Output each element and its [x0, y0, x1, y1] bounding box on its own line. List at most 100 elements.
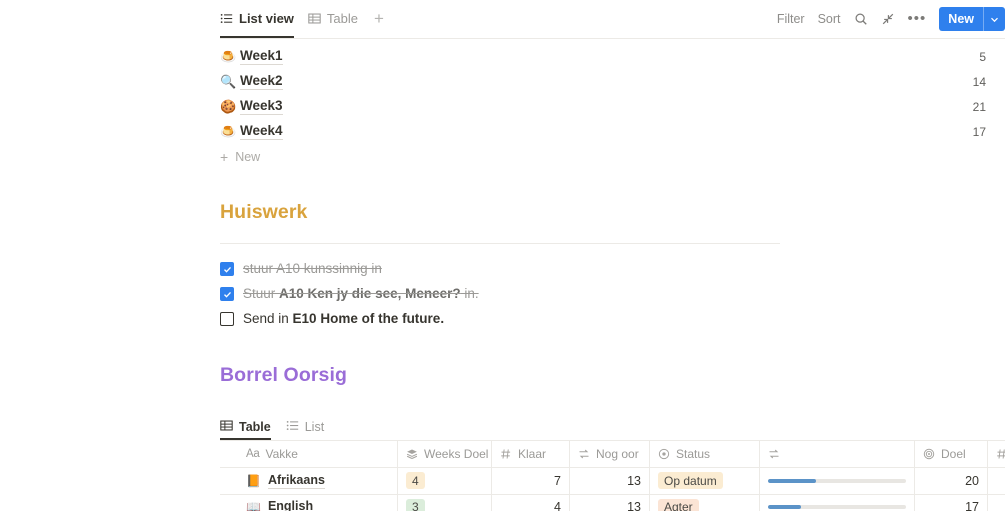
- chevron-down-icon[interactable]: [984, 7, 1005, 31]
- cell-progress[interactable]: [760, 495, 915, 511]
- todo-label[interactable]: Stuur A10 Ken jy die see, Meneer? in.: [243, 284, 479, 304]
- todo-text-part: in.: [461, 286, 479, 301]
- klaar-value: 4: [554, 500, 561, 511]
- borrel-view-tabs: Table List: [220, 413, 1005, 440]
- tab-list[interactable]: List: [286, 413, 324, 440]
- list-item[interactable]: 🍮 Week1 5: [220, 44, 1005, 69]
- status-badge: Op datum: [658, 472, 723, 489]
- progress-bar: [768, 505, 906, 509]
- view-tab-list-view[interactable]: List view: [220, 0, 294, 38]
- status-badge: Agter: [658, 499, 699, 511]
- page-content: List view Table + Filter Sort: [220, 0, 1005, 511]
- list-item[interactable]: 🔍 Week2 14: [220, 69, 1005, 94]
- klaar-value: 7: [554, 474, 561, 488]
- nog-oor-value: 13: [627, 474, 641, 488]
- page-root: List view Table + Filter Sort: [0, 0, 1005, 511]
- column-header-progress[interactable]: [760, 441, 915, 467]
- todo-checkbox[interactable]: [220, 312, 234, 326]
- column-header-weeks-doel[interactable]: Weeks Doel: [398, 441, 492, 467]
- collapse-arrows-icon[interactable]: [881, 12, 895, 26]
- view-tab-list: List view Table +: [220, 0, 386, 38]
- table-icon: [308, 12, 321, 25]
- progress-bar: [768, 479, 906, 483]
- cell-nog-oor[interactable]: 13: [570, 468, 650, 494]
- more-options-icon[interactable]: •••: [908, 15, 927, 23]
- table-row[interactable]: 📖 English 3 4 13 Agter 17: [220, 495, 1005, 511]
- view-tab-label: Table: [327, 11, 358, 26]
- todo-checkbox[interactable]: [220, 262, 234, 276]
- view-toolbar-actions: Filter Sort ••• New: [777, 0, 1005, 38]
- number-type-icon: [996, 448, 1005, 460]
- cell-status[interactable]: Agter: [650, 495, 760, 511]
- row-title[interactable]: Afrikaans: [268, 473, 325, 489]
- item-emoji-icon: 🍪: [220, 100, 240, 113]
- cell-truncated[interactable]: [988, 468, 1005, 494]
- new-button-label: New: [939, 7, 983, 31]
- list-item-title[interactable]: Week3: [240, 98, 283, 115]
- cell-vakke[interactable]: 📖 English: [220, 495, 398, 511]
- doel-value: 17: [965, 500, 979, 511]
- cell-klaar[interactable]: 7: [492, 468, 570, 494]
- column-header-status[interactable]: Status: [650, 441, 760, 467]
- item-emoji-icon: 🔍: [220, 75, 240, 88]
- column-header-truncated[interactable]: [988, 441, 1005, 467]
- row-title[interactable]: English: [268, 499, 313, 511]
- todo-checkbox[interactable]: [220, 287, 234, 301]
- column-label: Weeks Doel: [424, 447, 488, 461]
- cell-klaar[interactable]: 4: [492, 495, 570, 511]
- todo-label[interactable]: stuur A10 kunssinnig in: [243, 259, 382, 279]
- todo-text-part-bold: E10 Home of the future.: [293, 311, 445, 326]
- sort-button[interactable]: Sort: [818, 12, 841, 26]
- list-item-title[interactable]: Week2: [240, 73, 283, 90]
- column-header-klaar[interactable]: Klaar: [492, 441, 570, 467]
- cell-weeks-doel[interactable]: 4: [398, 468, 492, 494]
- cell-nog-oor[interactable]: 13: [570, 495, 650, 511]
- column-header-nog-oor[interactable]: Nog oor: [570, 441, 650, 467]
- cell-status[interactable]: Op datum: [650, 468, 760, 494]
- row-emoji-icon: 📙: [246, 475, 261, 487]
- tab-label: List: [305, 420, 324, 434]
- list-item-title[interactable]: Week4: [240, 123, 283, 140]
- cell-weeks-doel[interactable]: 3: [398, 495, 492, 511]
- new-button[interactable]: New: [939, 7, 1005, 31]
- search-icon[interactable]: [854, 12, 868, 26]
- column-header-doel[interactable]: Doel: [915, 441, 988, 467]
- column-label: Klaar: [518, 447, 546, 461]
- table-row[interactable]: 📙 Afrikaans 4 7 13 Op datum 20: [220, 468, 1005, 495]
- weeks-doel-badge: 3: [406, 499, 425, 511]
- todo-item: stuur A10 kunssinnig in: [220, 259, 1005, 284]
- list-item[interactable]: 🍪 Week3 21: [220, 94, 1005, 119]
- tab-table[interactable]: Table: [220, 413, 271, 440]
- huiswerk-heading: Huiswerk: [220, 201, 1005, 224]
- cell-vakke[interactable]: 📙 Afrikaans: [220, 468, 398, 494]
- row-emoji-icon: 📖: [246, 501, 261, 511]
- filter-button[interactable]: Filter: [777, 12, 805, 26]
- select-type-icon: [406, 448, 418, 460]
- add-list-item-label: New: [235, 150, 260, 164]
- huiswerk-todo-list: stuur A10 kunssinnig in Stuur A10 Ken jy…: [220, 259, 1005, 334]
- formula-type-icon: [768, 448, 780, 460]
- cell-progress[interactable]: [760, 468, 915, 494]
- plus-icon: +: [220, 150, 228, 164]
- status-type-icon: [658, 448, 670, 460]
- cell-truncated[interactable]: [988, 495, 1005, 511]
- todo-item: Stuur A10 Ken jy die see, Meneer? in.: [220, 284, 1005, 309]
- list-item-title[interactable]: Week1: [240, 48, 283, 65]
- rollup-type-icon: [923, 448, 935, 460]
- add-list-item-button[interactable]: + New: [220, 144, 1005, 169]
- column-label: Doel: [941, 447, 966, 461]
- list-item-count: 14: [973, 75, 1005, 89]
- column-header-vakke[interactable]: Aa Vakke: [220, 441, 398, 467]
- todo-text-part-bold: A10 Ken jy die see, Meneer?: [279, 286, 461, 301]
- table-icon: [220, 419, 233, 435]
- weeks-doel-badge: 4: [406, 472, 425, 489]
- list-item[interactable]: 🍮 Week4 17: [220, 119, 1005, 144]
- view-tab-table[interactable]: Table: [308, 0, 358, 38]
- item-emoji-icon: 🍮: [220, 50, 240, 63]
- cell-doel[interactable]: 17: [915, 495, 988, 511]
- add-view-button[interactable]: +: [372, 9, 386, 29]
- todo-label[interactable]: Send in E10 Home of the future.: [243, 309, 444, 329]
- list-item-count: 17: [973, 125, 1005, 139]
- cell-doel[interactable]: 20: [915, 468, 988, 494]
- table-header-row: Aa Vakke Weeks Doel: [220, 441, 1005, 468]
